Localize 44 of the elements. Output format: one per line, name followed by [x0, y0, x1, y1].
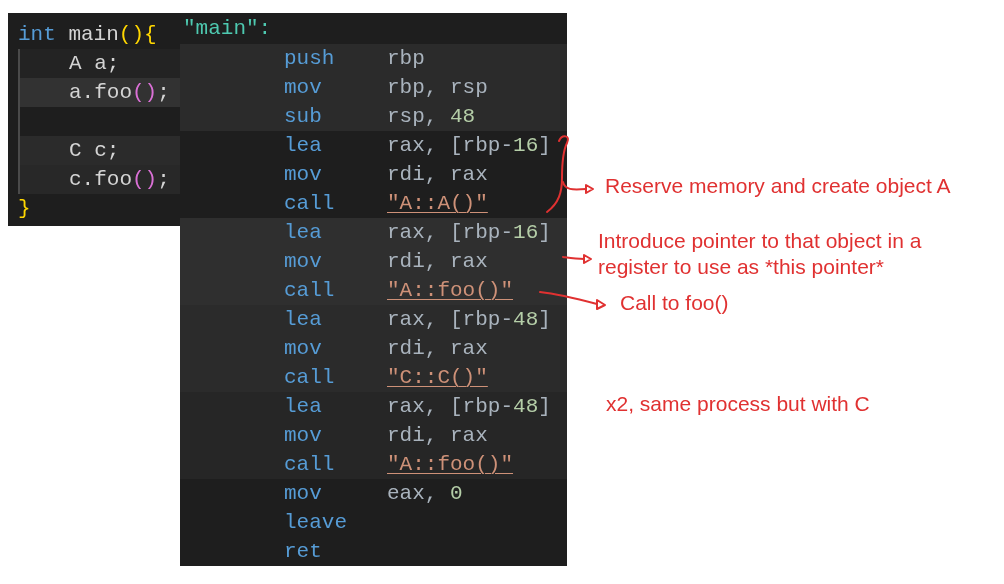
instruction-mnemonic: mov [284, 424, 322, 447]
instruction-operands: rax, [rbp-48] [387, 307, 551, 333]
instruction-operands: rdi, rax [387, 336, 488, 362]
instruction-operands: rbp, rsp [387, 75, 488, 101]
instruction-operands: rsp, 48 [387, 104, 476, 130]
code-line: } [17, 196, 32, 222]
asm-label: "main": [182, 16, 273, 42]
instruction-mnemonic: lea [284, 395, 322, 418]
instruction-mnemonic: call [284, 453, 335, 476]
instruction-operands: eax, 0 [387, 481, 463, 507]
arrow [562, 254, 592, 264]
instruction-mnemonic: push [284, 47, 335, 70]
annotation-note: Reserve memory and create object A [605, 173, 951, 199]
instruction-mnemonic: call [284, 366, 335, 389]
instruction-operands: rax, [rbp-48] [387, 394, 551, 420]
arrow [539, 291, 606, 310]
instruction-operands: rdi, rax [387, 249, 488, 275]
instruction-mnemonic: leave [284, 511, 347, 534]
instruction-mnemonic: mov [284, 482, 322, 505]
arrow [562, 181, 594, 194]
annotation-note: Call to foo() [620, 290, 729, 316]
label-link[interactable]: "A::foo()" [387, 450, 514, 479]
instruction-mnemonic: lea [284, 308, 322, 331]
instruction-mnemonic: call [284, 192, 335, 215]
label-link[interactable]: "C::C()" [387, 363, 488, 392]
instruction-mnemonic: sub [284, 105, 322, 128]
instruction-mnemonic: lea [284, 221, 322, 244]
label-link[interactable]: "A::foo()" [387, 276, 514, 305]
instruction-mnemonic: mov [284, 163, 322, 186]
code-line: int main(){ [17, 22, 158, 48]
annotation-note: Introduce pointer to that object in a register to use as *this pointer* [598, 228, 923, 280]
instruction-operands: rdi, rax [387, 162, 488, 188]
label-link[interactable]: "A::A()" [387, 189, 488, 218]
instruction-mnemonic: mov [284, 76, 322, 99]
instruction-mnemonic: lea [284, 134, 322, 157]
instruction-mnemonic: mov [284, 250, 322, 273]
instruction-mnemonic: ret [284, 540, 322, 563]
instruction-operands: rbp [387, 46, 425, 72]
instruction-operands: rax, [rbp-16] [387, 220, 551, 246]
instruction-mnemonic: mov [284, 337, 322, 360]
annotation-note: x2, same process but with C [606, 391, 870, 417]
instruction-operands: rdi, rax [387, 423, 488, 449]
instruction-operands: rax, [rbp-16] [387, 133, 551, 159]
instruction-mnemonic: call [284, 279, 335, 302]
